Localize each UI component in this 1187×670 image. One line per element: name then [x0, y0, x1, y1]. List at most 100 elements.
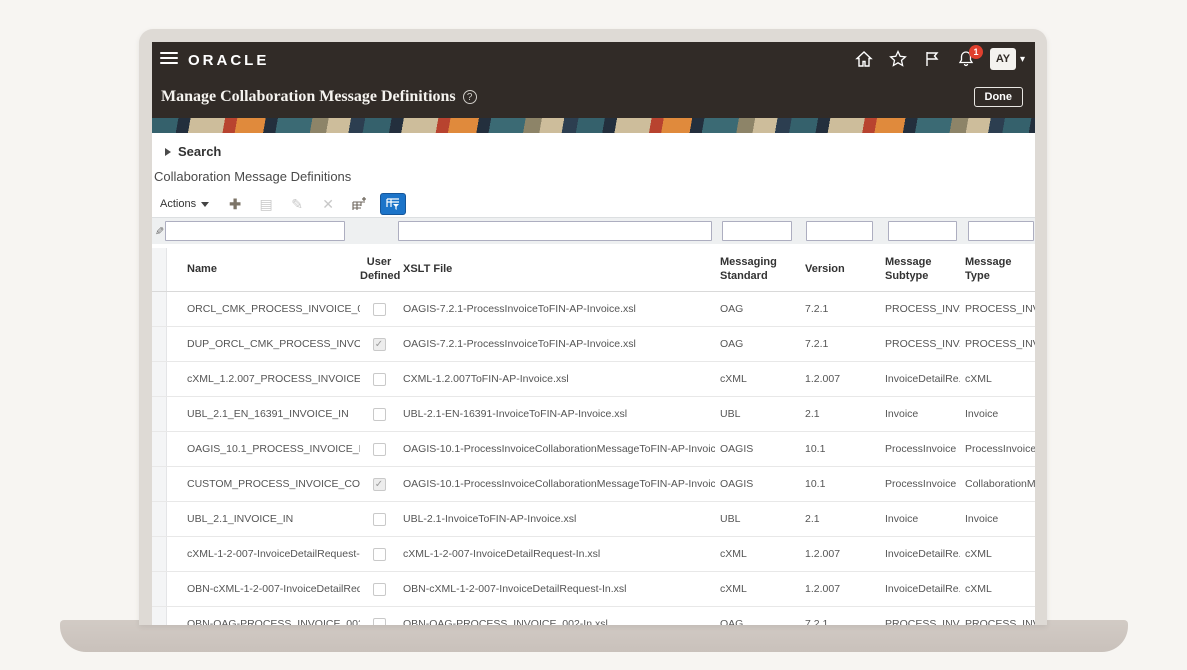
filter-input-message-subtype[interactable]: [888, 221, 957, 241]
cell-message-type: PROCESS_INV...: [960, 618, 1035, 625]
table-row[interactable]: cXML-1-2-007-InvoiceDetailRequest-In ✓ c…: [152, 537, 1035, 572]
cell-messaging-standard: OAG: [715, 303, 800, 315]
cell-xslt-file: UBL-2.1-EN-16391-InvoiceToFIN-AP-Invoice…: [398, 408, 715, 420]
actions-menu[interactable]: Actions: [160, 198, 209, 210]
cell-messaging-standard: UBL: [715, 513, 800, 525]
filter-row: ✎: [152, 217, 1035, 244]
user-defined-checkbox[interactable]: ✓: [373, 618, 386, 626]
row-selector[interactable]: [152, 432, 167, 466]
cell-message-type: cXML: [960, 548, 1035, 560]
table-row[interactable]: cXML_1.2.007_PROCESS_INVOICE_IN ✓ CXML-1…: [152, 362, 1035, 397]
table-header-row: Name User Defined XSLT File Messaging St…: [152, 248, 1035, 292]
cell-message-subtype: InvoiceDetailRe...: [880, 583, 960, 595]
table-row[interactable]: CUSTOM_PROCESS_INVOICE_COLLA... ✓ OAGIS-…: [152, 467, 1035, 502]
row-selector[interactable]: [152, 537, 167, 571]
filter-input-name[interactable]: [165, 221, 345, 241]
user-defined-checkbox[interactable]: ✓: [373, 478, 386, 491]
user-defined-checkbox[interactable]: ✓: [373, 408, 386, 421]
row-selector[interactable]: [152, 327, 167, 361]
row-selector[interactable]: [152, 397, 167, 431]
row-selector[interactable]: [152, 607, 167, 625]
hamburger-menu-icon[interactable]: [160, 52, 178, 66]
row-selector[interactable]: [152, 362, 167, 396]
table-row[interactable]: OBN-OAG-PROCESS_INVOICE_002-In ✓ OBN-OAG…: [152, 607, 1035, 625]
flag-icon[interactable]: [922, 49, 942, 69]
cell-name: OBN-cXML-1-2-007-InvoiceDetailReques...: [167, 583, 360, 595]
user-menu[interactable]: AY ▾: [990, 48, 1025, 70]
edit-icon[interactable]: ✎: [289, 196, 305, 212]
section-title: Collaboration Message Definitions: [154, 169, 351, 184]
home-icon[interactable]: [854, 49, 874, 69]
notifications-bell-icon[interactable]: 1: [956, 49, 976, 69]
filter-input-messaging-standard[interactable]: [722, 221, 792, 241]
column-header-messaging-standard[interactable]: Messaging Standard: [715, 256, 800, 284]
chevron-down-icon: [201, 202, 209, 207]
table-row[interactable]: UBL_2.1_INVOICE_IN ✓ UBL-2.1-InvoiceToFI…: [152, 502, 1035, 537]
user-defined-checkbox[interactable]: ✓: [373, 548, 386, 561]
favorites-star-icon[interactable]: [888, 49, 908, 69]
filter-input-version[interactable]: [806, 221, 873, 241]
duplicate-icon[interactable]: ▤: [258, 196, 274, 212]
oracle-logo: ORACLE: [188, 52, 269, 69]
user-defined-checkbox[interactable]: ✓: [373, 513, 386, 526]
cell-message-subtype: PROCESS_INV...: [880, 303, 960, 315]
table-row[interactable]: OBN-cXML-1-2-007-InvoiceDetailReques... …: [152, 572, 1035, 607]
cell-version: 10.1: [800, 478, 880, 490]
row-selector[interactable]: [152, 292, 167, 326]
column-header-xslt-file[interactable]: XSLT File: [398, 263, 715, 277]
cell-messaging-standard: cXML: [715, 583, 800, 595]
cell-version: 2.1: [800, 408, 880, 420]
global-header: ORACLE 1 AY ▾: [152, 42, 1035, 78]
user-defined-checkbox[interactable]: ✓: [373, 338, 386, 351]
cell-xslt-file: OAGIS-10.1-ProcessInvoiceCollaborationMe…: [398, 478, 715, 490]
row-selector[interactable]: [152, 502, 167, 536]
row-selector[interactable]: [152, 467, 167, 501]
search-disclosure[interactable]: Search: [165, 144, 221, 159]
column-header-user-defined[interactable]: User Defined: [360, 256, 398, 284]
main-content: Search Collaboration Message Definitions…: [152, 133, 1035, 625]
cell-message-type: CollaborationM...: [960, 478, 1035, 490]
cell-message-subtype: ProcessInvoice: [880, 443, 960, 455]
cell-version: 1.2.007: [800, 548, 880, 560]
table-row[interactable]: OAGIS_10.1_PROCESS_INVOICE_IN ✓ OAGIS-10…: [152, 432, 1035, 467]
cell-messaging-standard: cXML: [715, 548, 800, 560]
cell-version: 2.1: [800, 513, 880, 525]
add-icon[interactable]: ✚: [227, 196, 243, 212]
row-selector[interactable]: [152, 572, 167, 606]
delete-icon[interactable]: ✕: [320, 196, 336, 212]
column-header-message-subtype[interactable]: Message Subtype: [880, 256, 960, 284]
qbe-pencil-icon: ✎: [155, 225, 164, 238]
cell-version: 7.2.1: [800, 338, 880, 350]
cell-message-subtype: InvoiceDetailRe...: [880, 548, 960, 560]
user-defined-checkbox[interactable]: ✓: [373, 443, 386, 456]
cell-name: cXML-1-2-007-InvoiceDetailRequest-In: [167, 548, 360, 560]
column-header-name[interactable]: Name: [167, 263, 360, 277]
table-row[interactable]: UBL_2.1_EN_16391_INVOICE_IN ✓ UBL-2.1-EN…: [152, 397, 1035, 432]
user-defined-checkbox[interactable]: ✓: [373, 373, 386, 386]
column-header-message-type[interactable]: Message Type: [960, 256, 1035, 284]
table-row[interactable]: DUP_ORCL_CMK_PROCESS_INVOICE... ✓ OAGIS-…: [152, 327, 1035, 362]
table-row[interactable]: ORCL_CMK_PROCESS_INVOICE_002 ✓ OAGIS-7.2…: [152, 292, 1035, 327]
notification-badge: 1: [969, 45, 983, 59]
done-button[interactable]: Done: [974, 87, 1024, 107]
cell-xslt-file: OAGIS-7.2.1-ProcessInvoiceToFIN-AP-Invoi…: [398, 338, 715, 350]
cell-message-subtype: ProcessInvoice: [880, 478, 960, 490]
query-by-example-icon[interactable]: [380, 193, 406, 215]
help-icon[interactable]: ?: [463, 90, 477, 104]
cell-version: 10.1: [800, 443, 880, 455]
cell-xslt-file: OAGIS-7.2.1-ProcessInvoiceToFIN-AP-Invoi…: [398, 303, 715, 315]
user-defined-checkbox[interactable]: ✓: [373, 303, 386, 316]
cell-name: OBN-OAG-PROCESS_INVOICE_002-In: [167, 618, 360, 625]
detach-icon[interactable]: [351, 196, 367, 212]
filter-input-xslt-file[interactable]: [398, 221, 712, 241]
column-header-version[interactable]: Version: [800, 263, 880, 277]
cell-message-type: PROCESS_INV...: [960, 338, 1035, 350]
cell-message-type: Invoice: [960, 408, 1035, 420]
user-defined-checkbox[interactable]: ✓: [373, 583, 386, 596]
cell-xslt-file: OBN-cXML-1-2-007-InvoiceDetailRequest-In…: [398, 583, 715, 595]
cell-version: 1.2.007: [800, 583, 880, 595]
filter-input-message-type[interactable]: [968, 221, 1034, 241]
app-screen: ORACLE 1 AY ▾ Manage Collaboration Mess: [152, 42, 1035, 625]
cell-name: CUSTOM_PROCESS_INVOICE_COLLA...: [167, 478, 360, 490]
cell-messaging-standard: OAGIS: [715, 478, 800, 490]
